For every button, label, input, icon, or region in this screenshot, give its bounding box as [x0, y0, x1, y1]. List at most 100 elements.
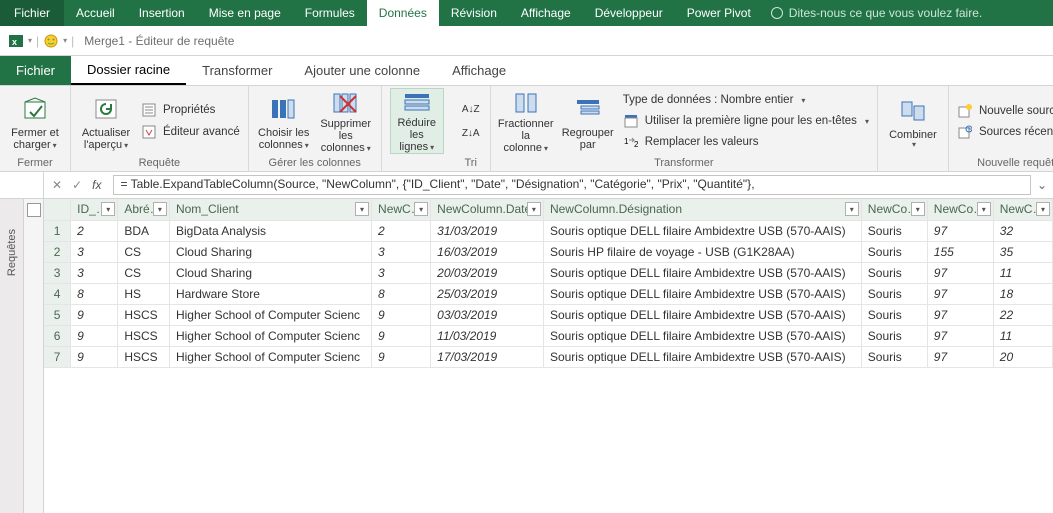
row-number[interactable]: 7 [44, 346, 71, 367]
cell[interactable]: 8 [372, 283, 431, 304]
cell[interactable]: Souris optique DELL filaire Ambidextre U… [543, 304, 861, 325]
cell[interactable]: Higher School of Computer Scienc [169, 325, 371, 346]
cell[interactable]: 17/03/2019 [431, 346, 544, 367]
cell[interactable]: 35 [993, 241, 1052, 262]
cell[interactable]: HSCS [118, 325, 170, 346]
cell[interactable]: Souris optique DELL filaire Ambidextre U… [543, 346, 861, 367]
qat-dropdown-icon[interactable]: ▾ [28, 36, 32, 45]
column-header[interactable]: NewC…▾ [372, 199, 431, 220]
column-filter-icon[interactable]: ▾ [977, 202, 991, 216]
use-first-row-button[interactable]: Utiliser la première ligne pour les en-t… [623, 111, 869, 131]
table-row[interactable]: 23CSCloud Sharing316/03/2019Souris HP fi… [44, 241, 1053, 262]
column-header[interactable]: Nom_Client▾ [169, 199, 371, 220]
row-number[interactable]: 5 [44, 304, 71, 325]
datatype-button[interactable]: Type de données : Nombre entier▾ [623, 90, 869, 110]
cell[interactable]: Souris [861, 346, 927, 367]
cell[interactable]: Souris [861, 325, 927, 346]
column-filter-icon[interactable]: ▾ [355, 202, 369, 216]
row-number[interactable]: 4 [44, 283, 71, 304]
qat-dropdown2-icon[interactable]: ▾ [63, 36, 67, 45]
cell[interactable]: 11 [993, 325, 1052, 346]
split-column-button[interactable]: Fractionner la colonne▾ [499, 88, 553, 154]
column-header[interactable]: NewColumn.Désignation▾ [543, 199, 861, 220]
cell[interactable]: 9 [71, 304, 118, 325]
column-header[interactable]: Abré…▾ [118, 199, 170, 220]
row-number[interactable]: 6 [44, 325, 71, 346]
excel-tab-formules[interactable]: Formules [293, 0, 367, 26]
cell[interactable]: 97 [927, 325, 993, 346]
cell[interactable]: 155 [927, 241, 993, 262]
cell[interactable]: CS [118, 241, 170, 262]
cell[interactable]: HSCS [118, 304, 170, 325]
pq-tab-dossier-racine[interactable]: Dossier racine [71, 56, 186, 85]
cell[interactable]: 16/03/2019 [431, 241, 544, 262]
cell[interactable]: 22 [993, 304, 1052, 325]
cell[interactable]: 20/03/2019 [431, 262, 544, 283]
cell[interactable]: CS [118, 262, 170, 283]
cell[interactable]: 18 [993, 283, 1052, 304]
excel-tab-développeur[interactable]: Développeur [583, 0, 675, 26]
cell[interactable]: HSCS [118, 346, 170, 367]
cell[interactable]: Souris optique DELL filaire Ambidextre U… [543, 325, 861, 346]
cell[interactable]: 9 [71, 346, 118, 367]
table-row[interactable]: 48HSHardware Store825/03/2019Souris opti… [44, 283, 1053, 304]
cell[interactable]: BigData Analysis [169, 220, 371, 241]
choose-columns-button[interactable]: Choisir les colonnes▾ [257, 88, 311, 154]
delete-columns-button[interactable]: Supprimer les colonnes▾ [319, 88, 373, 154]
recent-sources-button[interactable]: Sources récentes▾ [957, 122, 1053, 142]
excel-tab-affichage[interactable]: Affichage [509, 0, 583, 26]
excel-tab-données[interactable]: Données [367, 0, 439, 26]
pq-tab-affichage[interactable]: Affichage [436, 56, 522, 85]
column-filter-icon[interactable]: ▾ [101, 202, 115, 216]
cell[interactable]: 31/03/2019 [431, 220, 544, 241]
refresh-button[interactable]: Actualiser l'aperçu▾ [79, 88, 133, 154]
cell[interactable]: 11/03/2019 [431, 325, 544, 346]
cell[interactable]: Cloud Sharing [169, 241, 371, 262]
group-by-button[interactable]: Regrouper par [561, 88, 615, 154]
cell[interactable]: 2 [71, 220, 118, 241]
table-row[interactable]: 69HSCSHigher School of Computer Scienc91… [44, 325, 1053, 346]
cell[interactable]: HS [118, 283, 170, 304]
cell[interactable]: 9 [372, 346, 431, 367]
cell[interactable]: 32 [993, 220, 1052, 241]
column-header[interactable]: NewC…▾ [993, 199, 1052, 220]
replace-values-button[interactable]: 12 Remplacer les valeurs [623, 132, 869, 152]
excel-tab-mise-en-page[interactable]: Mise en page [197, 0, 293, 26]
row-number[interactable]: 3 [44, 262, 71, 283]
cell[interactable]: Higher School of Computer Scienc [169, 346, 371, 367]
excel-tab-révision[interactable]: Révision [439, 0, 509, 26]
combine-button[interactable]: Combiner ▾ [886, 88, 940, 154]
cell[interactable]: 03/03/2019 [431, 304, 544, 325]
cell[interactable]: 3 [372, 262, 431, 283]
cell[interactable]: Hardware Store [169, 283, 371, 304]
cell[interactable]: 2 [372, 220, 431, 241]
formula-input[interactable]: = Table.ExpandTableColumn(Source, "NewCo… [113, 175, 1031, 195]
tellme-box[interactable]: Dites-nous ce que vous voulez faire. [771, 0, 982, 26]
pq-tab-fichier[interactable]: Fichier [0, 56, 71, 85]
cell[interactable]: BDA [118, 220, 170, 241]
pq-tab-transformer[interactable]: Transformer [186, 56, 288, 85]
cell[interactable]: Cloud Sharing [169, 262, 371, 283]
cell[interactable]: 9 [71, 325, 118, 346]
new-source-button[interactable]: Nouvelle source▾ [957, 101, 1053, 121]
row-number[interactable]: 2 [44, 241, 71, 262]
row-number[interactable]: 1 [44, 220, 71, 241]
sort-asc-button[interactable]: A↓Z [460, 98, 482, 120]
column-header[interactable]: NewCo…▾ [927, 199, 993, 220]
column-filter-icon[interactable]: ▾ [1036, 202, 1050, 216]
cell[interactable]: 97 [927, 283, 993, 304]
cell[interactable]: Souris [861, 241, 927, 262]
cell[interactable]: 25/03/2019 [431, 283, 544, 304]
table-row[interactable]: 12BDABigData Analysis231/03/2019Souris o… [44, 220, 1053, 241]
fx-expand-icon[interactable]: ⌄ [1031, 178, 1053, 192]
excel-tab-power-pivot[interactable]: Power Pivot [675, 0, 763, 26]
reduce-rows-button[interactable]: Réduire les lignes▾ [390, 88, 444, 154]
column-header[interactable]: ID_…▾ [71, 199, 118, 220]
cell[interactable]: Souris HP filaire de voyage - USB (G1K28… [543, 241, 861, 262]
pq-tab-ajouter-une-colonne[interactable]: Ajouter une colonne [288, 56, 436, 85]
properties-button[interactable]: Propriétés [141, 100, 240, 120]
cell[interactable]: Souris [861, 283, 927, 304]
excel-tab-insertion[interactable]: Insertion [127, 0, 197, 26]
table-icon[interactable] [27, 203, 41, 217]
column-filter-icon[interactable]: ▾ [845, 202, 859, 216]
